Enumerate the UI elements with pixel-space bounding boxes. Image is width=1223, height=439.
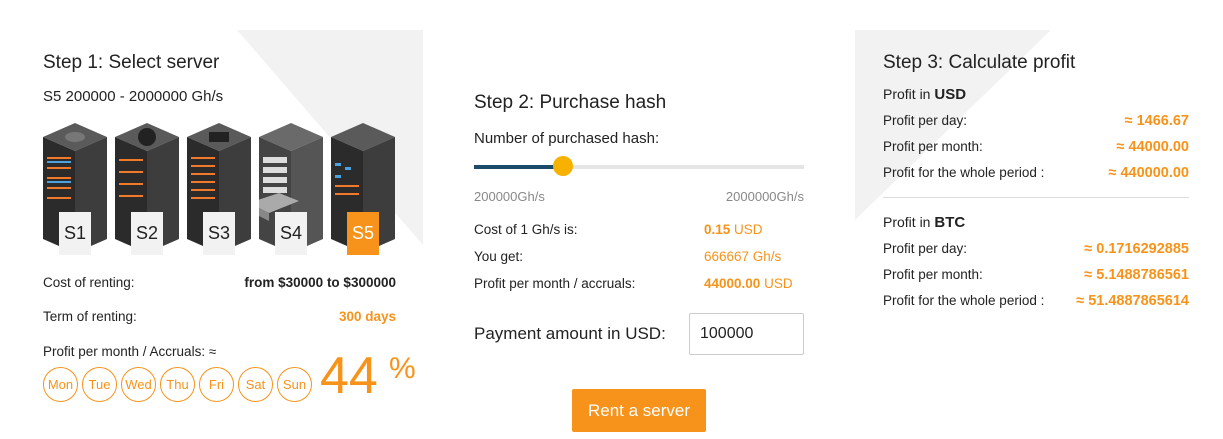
payment-row: Payment amount in USD: — [474, 313, 804, 355]
step1-title: Step 1: Select server — [43, 52, 220, 73]
btc-profit-value: ≈ 0.1716292885 — [1084, 241, 1189, 257]
server-option-s2[interactable]: S2 — [115, 123, 180, 255]
monthly-profit-value: 44000.00 — [704, 276, 761, 291]
day-toggle-sat[interactable]: Sat — [238, 367, 273, 402]
slider-range: 200000Gh/s 2000000Gh/s — [474, 189, 804, 204]
renting-cost-row: Cost of renting: from $30000 to $300000 — [43, 275, 396, 290]
btc-heading-prefix: Profit in — [883, 214, 935, 230]
step2-panel: Step 2: Purchase hash Number of purchase… — [474, 92, 809, 355]
day-toggle-fri[interactable]: Fri — [199, 367, 234, 402]
renting-term-row: Term of renting: 300 days — [43, 309, 396, 324]
percent-sign: % — [389, 352, 416, 385]
usd-profit-label: Profit per month: — [883, 139, 983, 154]
rent-server-button[interactable]: Rent a server — [572, 389, 706, 432]
usd-profit-row: Profit per month: ≈ 44000.00 — [883, 139, 1189, 155]
usd-profit-heading: Profit in USD — [883, 86, 1189, 103]
usd-profit-value: ≈ 1466.67 — [1124, 113, 1189, 129]
server-option-s1[interactable]: S1 — [43, 123, 108, 255]
day-toggle-mon[interactable]: Mon — [43, 367, 78, 402]
slider-max-label: 2000000Gh/s — [725, 189, 804, 204]
server-selector: S1 S2 S3 S4 S5 — [43, 123, 423, 263]
btc-profit-value: ≈ 51.4887865614 — [1076, 293, 1189, 309]
btc-profit-label: Profit per day: — [883, 241, 968, 256]
step1-panel: Step 1: Select server S5 200000 - 200000… — [43, 52, 423, 402]
you-get-value: 666667 Gh/s — [704, 249, 782, 264]
btc-profit-heading: Profit in BTC — [883, 214, 1189, 231]
hash-slider-label: Number of purchased hash: — [474, 130, 660, 147]
divider — [883, 197, 1189, 198]
renting-term-label: Term of renting: — [43, 309, 137, 324]
day-toggle-tue[interactable]: Tue — [82, 367, 117, 402]
usd-profit-label: Profit for the whole period : — [883, 165, 1045, 180]
usd-heading-prefix: Profit in — [883, 86, 935, 102]
accruals-label: Profit per month / Accruals: ≈ — [43, 344, 217, 359]
btc-profit-label: Profit for the whole period : — [883, 293, 1045, 308]
btc-currency-label: BTC — [934, 214, 966, 231]
btc-profit-row: Profit for the whole period : ≈ 51.48878… — [883, 293, 1189, 309]
server-label: S4 — [275, 212, 307, 255]
usd-profit-row: Profit for the whole period : ≈ 440000.0… — [883, 165, 1189, 181]
server-label: S3 — [203, 212, 235, 255]
cost-per-ghs-value: 0.15 — [704, 222, 731, 237]
renting-term-value: 300 days — [338, 309, 396, 324]
usd-currency-label: USD — [934, 86, 967, 103]
slider-fill — [474, 165, 564, 169]
cost-per-ghs-unit: USD — [730, 222, 763, 237]
server-label: S2 — [131, 212, 163, 255]
hash-slider[interactable] — [474, 155, 804, 181]
payment-label: Payment amount in USD: — [474, 324, 666, 343]
purchase-info: Cost of 1 Gh/s is: 0.15 USD You get: 666… — [474, 222, 809, 291]
btc-profit-label: Profit per month: — [883, 267, 983, 282]
usd-profit-value: ≈ 44000.00 — [1116, 139, 1189, 155]
slider-min-label: 200000Gh/s — [474, 189, 545, 204]
monthly-profit-label: Profit per month / accruals: — [474, 276, 636, 291]
usd-profit-row: Profit per day: ≈ 1466.67 — [883, 113, 1189, 129]
server-label: S5 — [347, 212, 379, 255]
usd-profit-label: Profit per day: — [883, 113, 968, 128]
slider-thumb[interactable] — [553, 156, 574, 176]
step3-title: Step 3: Calculate profit — [883, 52, 1076, 73]
day-toggle-wed[interactable]: Wed — [121, 367, 156, 402]
cost-per-ghs-label: Cost of 1 Gh/s is: — [474, 222, 578, 237]
renting-cost-value: from $30000 to $300000 — [244, 275, 396, 290]
server-label: S1 — [59, 212, 91, 255]
you-get-label: You get: — [474, 249, 524, 264]
server-range-subtitle: S5 200000 - 2000000 Gh/s — [43, 88, 224, 105]
server-option-s4[interactable]: S4 — [259, 123, 324, 255]
monthly-profit-unit: USD — [760, 276, 793, 291]
btc-profit-row: Profit per day: ≈ 0.1716292885 — [883, 241, 1189, 257]
server-option-s3[interactable]: S3 — [187, 123, 252, 255]
profit-percent: 44 — [320, 347, 378, 405]
payment-amount-input[interactable] — [689, 313, 804, 355]
server-option-s5[interactable]: S5 — [331, 123, 396, 255]
renting-cost-label: Cost of renting: — [43, 275, 135, 290]
step3-panel: Step 3: Calculate profit Profit in USD P… — [883, 52, 1189, 309]
day-toggle-sun[interactable]: Sun — [277, 367, 312, 402]
btc-profit-row: Profit per month: ≈ 5.1488786561 — [883, 267, 1189, 283]
btc-profit-value: ≈ 5.1488786561 — [1084, 267, 1189, 283]
day-toggle-thu[interactable]: Thu — [160, 367, 195, 402]
step2-title: Step 2: Purchase hash — [474, 92, 667, 113]
usd-profit-value: ≈ 440000.00 — [1108, 165, 1189, 181]
